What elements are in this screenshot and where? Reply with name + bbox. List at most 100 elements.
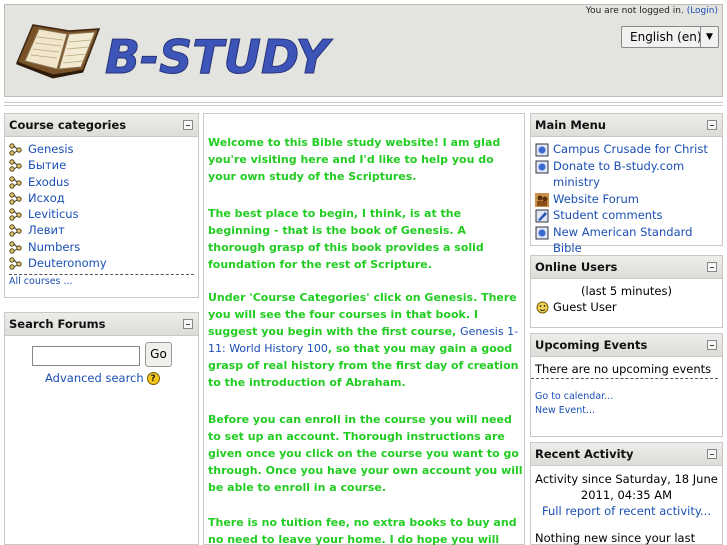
menu-link[interactable]: Student comments [553, 208, 663, 222]
collapse-icon[interactable] [707, 262, 717, 272]
no-events-text: There are no upcoming events [531, 357, 718, 379]
menu-link[interactable]: New American Standard Bible [553, 225, 692, 256]
page-icon [535, 160, 549, 173]
collapse-icon[interactable] [183, 319, 193, 329]
block-title: Main Menu [535, 118, 606, 132]
online-users-block: Online Users (last 5 minutes) Guest User [530, 255, 723, 328]
category-link[interactable]: Exodus [28, 175, 69, 189]
course-categories-block: Course categories Genesis Бытие Exodus И… [4, 113, 199, 298]
language-value: English (en) [630, 30, 702, 44]
upcoming-events-block: Upcoming Events There are no upcoming ev… [530, 333, 723, 437]
menu-item[interactable]: Campus Crusade for Christ [535, 141, 722, 158]
category-item[interactable]: Левит [9, 222, 198, 238]
intro-paragraph: Welcome to this Bible study website! I a… [208, 136, 501, 183]
new-event-link[interactable]: New Event... [535, 405, 595, 416]
block-header: Recent Activity [531, 443, 722, 466]
folder-icon [9, 208, 22, 221]
category-list: Genesis Бытие Exodus Исход Leviticus Лев… [5, 137, 198, 271]
search-input[interactable] [32, 346, 140, 366]
collapse-icon[interactable] [183, 120, 193, 130]
block-header: Main Menu [531, 114, 722, 137]
calendar-link[interactable]: Go to calendar... [535, 391, 613, 402]
page-icon [535, 226, 549, 239]
category-link[interactable]: Deuteronomy [28, 256, 107, 270]
folder-icon [9, 224, 22, 238]
block-title: Recent Activity [535, 447, 634, 461]
help-icon[interactable]: ? [146, 372, 160, 385]
block-header: Search Forums [5, 313, 198, 336]
bible-icon [15, 24, 101, 79]
main-content: Welcome to this Bible study website! I a… [203, 113, 525, 545]
recent-activity-block: Recent Activity Activity since Saturday,… [530, 442, 723, 545]
guest-user-icon [536, 301, 549, 314]
activity-since: Activity since Saturday, 18 June 2011, 0… [535, 472, 718, 502]
advanced-search-link[interactable]: Advanced search [45, 371, 144, 385]
category-item[interactable]: Deuteronomy [9, 255, 198, 271]
category-item[interactable]: Genesis [9, 141, 198, 157]
folder-icon [9, 241, 22, 254]
nothing-new-text: Nothing new since your last login [535, 531, 696, 545]
advanced-search: Advanced search? [45, 371, 160, 385]
category-item[interactable]: Leviticus [9, 206, 198, 222]
page-header: B-STUDY You are not logged in. (Login) E… [4, 4, 723, 97]
logo-text: B-STUDY [105, 30, 334, 84]
online-user: Guest User [531, 300, 722, 314]
block-title: Course categories [9, 118, 127, 132]
block-title: Online Users [535, 260, 618, 274]
all-courses-link[interactable]: All courses ... [9, 276, 73, 287]
folder-icon [9, 192, 22, 205]
menu-item[interactable]: Website Forum [535, 191, 722, 208]
block-header: Upcoming Events [531, 334, 722, 357]
block-title: Upcoming Events [535, 338, 648, 352]
folder-icon [9, 175, 22, 189]
search-forums-block: Search Forums Go Advanced search? [4, 312, 199, 545]
category-item[interactable]: Исход [9, 190, 198, 206]
login-link[interactable]: (Login) [687, 6, 718, 16]
site-logo[interactable]: B-STUDY [13, 11, 369, 95]
login-status: You are not logged in. [585, 6, 684, 16]
tuition-paragraph: There is no tuition fee, no extra books … [208, 516, 517, 545]
block-header: Online Users [531, 256, 722, 279]
menu-item[interactable]: New American Standard Bible [535, 224, 722, 257]
user-name[interactable]: Guest User [553, 300, 617, 314]
menu-item[interactable]: Donate to B-study.com ministry [535, 158, 722, 191]
menu-link[interactable]: Donate to B-study.com ministry [553, 159, 684, 190]
category-link[interactable]: Исход [28, 191, 65, 205]
category-link[interactable]: Leviticus [28, 207, 79, 221]
go-button[interactable]: Go [145, 342, 172, 367]
full-report-link[interactable]: Full report of recent activity... [542, 504, 711, 518]
header-divider [4, 102, 723, 106]
activity-report: Full report of recent activity... [531, 503, 722, 519]
block-header: Course categories [5, 114, 198, 137]
all-courses: All courses ... [9, 274, 194, 287]
events-footer: Go to calendar... New Event... [531, 379, 722, 418]
language-select[interactable]: English (en) ▼ [621, 26, 719, 48]
category-item[interactable]: Numbers [9, 239, 198, 255]
menu-link[interactable]: Website Forum [553, 192, 639, 206]
page-icon [535, 143, 549, 157]
category-link[interactable]: Genesis [28, 142, 74, 156]
enroll-paragraph: Before you can enroll in the course you … [208, 413, 523, 494]
folder-icon [9, 143, 22, 156]
collapse-icon[interactable] [707, 120, 717, 130]
main-menu-block: Main Menu Campus Crusade for Christ Dona… [530, 113, 723, 255]
collapse-icon[interactable] [707, 449, 717, 459]
menu-item[interactable]: Student comments [535, 207, 722, 224]
collapse-icon[interactable] [707, 340, 717, 350]
login-info: You are not logged in. (Login) [586, 6, 718, 16]
category-item[interactable]: Exodus [9, 174, 198, 190]
category-link[interactable]: Бытие [28, 158, 66, 172]
category-link[interactable]: Numbers [28, 240, 80, 254]
menu-list: Campus Crusade for Christ Donate to B-st… [531, 137, 722, 257]
categories-paragraph: Under 'Course Categories' click on Genes… [208, 289, 524, 391]
category-item[interactable]: Бытие [9, 157, 198, 173]
forum-icon [535, 192, 549, 207]
menu-link[interactable]: Campus Crusade for Christ [553, 142, 708, 156]
block-title: Search Forums [9, 317, 106, 331]
online-period: (last 5 minutes) [581, 284, 672, 298]
category-link[interactable]: Левит [28, 223, 65, 237]
folder-icon [9, 257, 22, 270]
folder-icon [9, 159, 22, 172]
chevron-down-icon: ▼ [700, 27, 718, 47]
begin-paragraph: The best place to begin, I think, is at … [208, 207, 484, 271]
